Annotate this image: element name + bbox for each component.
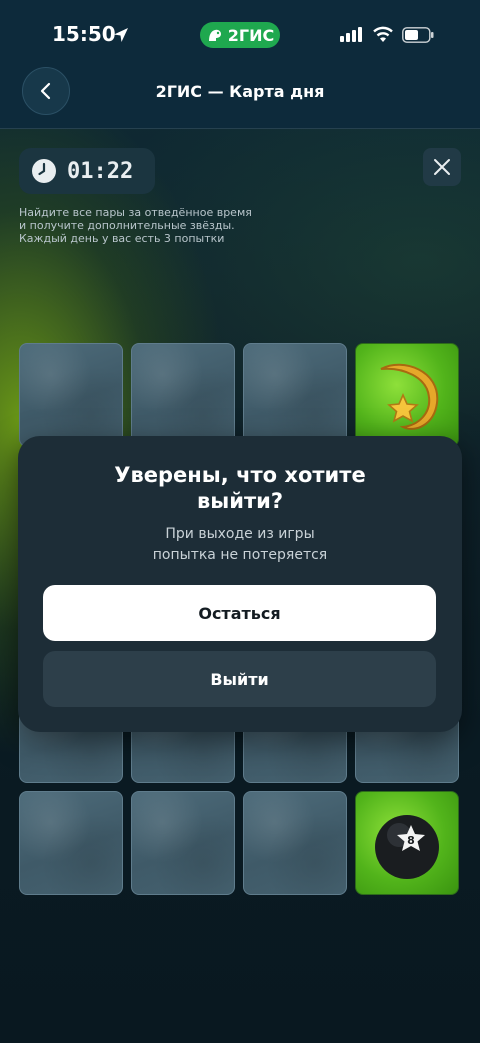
status-time: 15:50 (52, 22, 116, 46)
dialog-title: Уверены, что хотите выйти? (18, 462, 462, 514)
svg-text:8: 8 (407, 834, 415, 847)
clock-icon (32, 159, 56, 183)
dialog-subtitle-line: попытка не потеряется (152, 547, 328, 563)
exit-confirm-dialog: Уверены, что хотите выйти? При выходе из… (18, 436, 462, 732)
shooting-star-icon (380, 363, 439, 430)
hint-line: Найдите все пары за отведённое время (19, 206, 252, 219)
memory-card[interactable] (131, 791, 235, 895)
location-arrow-icon (114, 28, 128, 42)
dialog-title-line: Уверены, что хотите (114, 463, 366, 487)
memory-card[interactable] (131, 343, 235, 447)
memory-card[interactable] (243, 343, 347, 447)
exit-button[interactable]: Выйти (43, 651, 436, 707)
page-title: 2ГИС — Карта дня (155, 82, 325, 101)
brand-logo-icon (208, 29, 221, 41)
billiard-8-ball-icon: 8 (375, 815, 439, 879)
wifi-icon (373, 26, 393, 42)
brand-name: 2ГИС (227, 25, 275, 45)
dialog-subtitle: При выходе из игры попытка не потеряется (18, 524, 462, 566)
game-hint: Найдите все пары за отведённое время и п… (19, 206, 319, 245)
close-button[interactable] (423, 148, 461, 186)
dialog-subtitle-line: При выходе из игры (165, 526, 315, 542)
timer-value: 01:22 (67, 158, 134, 184)
cellular-signal-icon (340, 27, 362, 42)
hint-line: и получите дополнительные звёзды. (19, 219, 235, 232)
memory-card[interactable] (19, 791, 123, 895)
memory-card[interactable] (243, 791, 347, 895)
memory-card-revealed[interactable]: 8 (355, 791, 459, 895)
dialog-title-line: выйти? (196, 489, 284, 513)
memory-card[interactable] (19, 343, 123, 447)
hint-line: Каждый день у вас есть 3 попытки (19, 232, 225, 245)
close-icon (434, 159, 450, 175)
game-timer: 01:22 (19, 148, 155, 194)
brand-badge[interactable]: 2ГИС (200, 22, 280, 48)
stay-button[interactable]: Остаться (43, 585, 436, 641)
status-bar: 15:50 2ГИС (0, 0, 480, 70)
battery-icon (402, 27, 434, 43)
memory-card-revealed[interactable] (355, 343, 459, 447)
